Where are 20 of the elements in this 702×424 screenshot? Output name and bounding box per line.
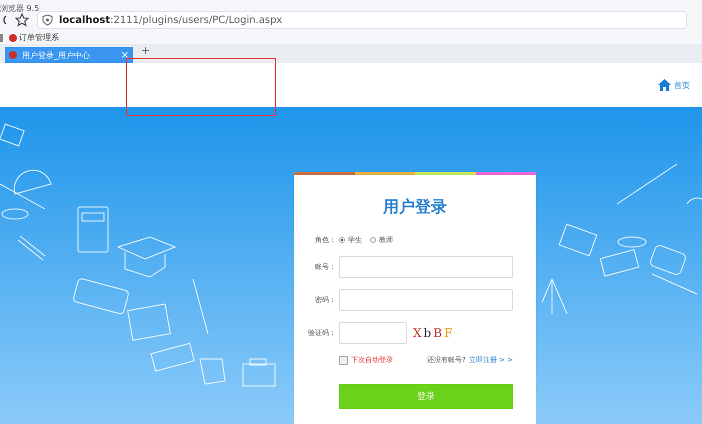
checkbox[interactable]	[339, 356, 348, 364]
page-icon	[9, 51, 17, 59]
bookmark-link[interactable]: 订单管理系	[19, 32, 59, 43]
address-bar[interactable]: localhost:2111/plugins/users/PC/Login.aspx	[37, 11, 687, 29]
url-text: localhost:2111/plugins/users/PC/Login.aspx	[59, 14, 282, 26]
new-tab-button[interactable]: +	[141, 44, 150, 56]
home-link[interactable]: 首页	[658, 79, 690, 91]
window-title: 浏览器 9.5	[0, 4, 40, 13]
captcha-image[interactable]: XbBF	[413, 326, 454, 340]
username-field[interactable]	[339, 256, 513, 278]
shield-icon	[42, 14, 53, 26]
home-icon	[658, 79, 671, 91]
tab-title: 用户登录_用户中心	[22, 50, 91, 60]
login-title: 用户登录	[382, 197, 448, 217]
captcha-field[interactable]	[339, 322, 407, 344]
bookmark-icon	[9, 34, 17, 42]
browser-tab[interactable]: 用户登录_用户中心 ×	[5, 47, 133, 63]
close-icon[interactable]: ×	[120, 50, 129, 60]
star-icon[interactable]	[15, 13, 29, 27]
password-field[interactable]	[339, 289, 513, 311]
